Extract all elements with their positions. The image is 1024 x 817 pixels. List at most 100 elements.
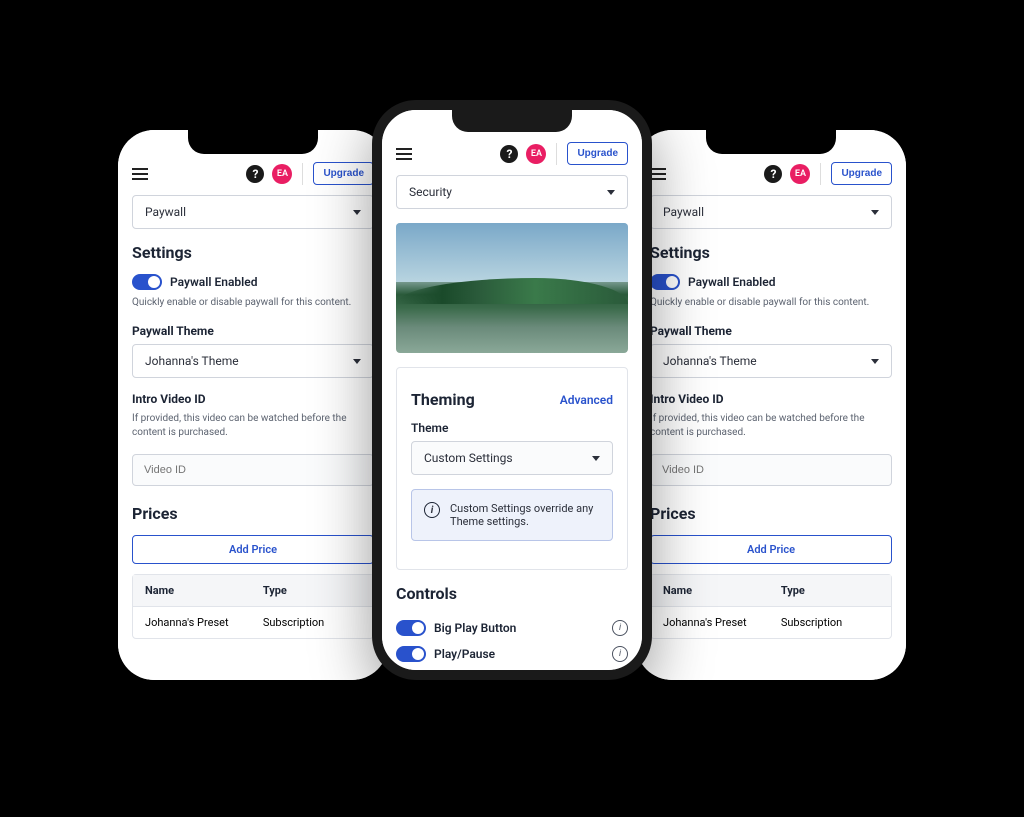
section-picker[interactable]: Paywall: [132, 195, 374, 229]
paywall-toggle-row: Paywall Enabled: [650, 274, 892, 290]
picker-value: Paywall: [663, 205, 704, 219]
menu-icon[interactable]: [650, 168, 666, 180]
divider: [302, 163, 303, 185]
theme-select[interactable]: Johanna's Theme: [132, 344, 374, 378]
prices-table: Name Type Johanna's Preset Subscription: [132, 574, 374, 639]
table-row[interactable]: Johanna's Preset Subscription: [651, 607, 891, 638]
intro-video-input[interactable]: [132, 454, 374, 486]
notch: [452, 110, 572, 132]
control-play-pause: Play/Pause i: [396, 641, 628, 667]
help-icon[interactable]: ?: [764, 165, 782, 183]
table-header: Name Type: [651, 575, 891, 607]
play-pause-label: Play/Pause: [434, 647, 495, 661]
chevron-down-icon: [871, 210, 879, 215]
chevron-down-icon: [353, 210, 361, 215]
picker-value: Security: [409, 185, 452, 199]
topbar-right: ? EA Upgrade: [246, 162, 374, 185]
theming-header: Theming Advanced: [411, 390, 613, 409]
screen-right: ? EA Upgrade Paywall Settings Paywall En…: [636, 130, 906, 680]
content-center: Security Theming Advanced Theme Custom S…: [382, 175, 642, 670]
intro-label: Intro Video ID: [650, 392, 892, 406]
intro-desc: If provided, this video can be watched b…: [132, 412, 374, 440]
col-name: Name: [145, 584, 263, 597]
paywall-desc: Quickly enable or disable paywall for th…: [132, 296, 374, 310]
paywall-desc: Quickly enable or disable paywall for th…: [650, 296, 892, 310]
info-text: Custom Settings override any Theme setti…: [450, 502, 600, 528]
chevron-down-icon: [592, 456, 600, 461]
topbar-right: ? EA Upgrade: [764, 162, 892, 185]
info-icon: i: [424, 502, 440, 518]
settings-title: Settings: [650, 243, 892, 262]
theme-label: Paywall Theme: [650, 324, 892, 338]
add-price-button[interactable]: Add Price: [650, 535, 892, 564]
phone-right: ? EA Upgrade Paywall Settings Paywall En…: [636, 130, 906, 680]
info-icon[interactable]: i: [612, 646, 628, 662]
info-banner: i Custom Settings override any Theme set…: [411, 489, 613, 541]
notch: [188, 130, 318, 154]
avatar[interactable]: EA: [526, 144, 546, 164]
help-icon[interactable]: ?: [500, 145, 518, 163]
theme-value: Johanna's Theme: [145, 354, 239, 368]
settings-title: Settings: [132, 243, 374, 262]
info-icon[interactable]: i: [612, 620, 628, 636]
big-play-label: Big Play Button: [434, 621, 516, 635]
menu-icon[interactable]: [132, 168, 148, 180]
theme-value: Custom Settings: [424, 451, 513, 465]
chevron-down-icon: [871, 359, 879, 364]
screen-center: ? EA Upgrade Security Theming Advanced T…: [382, 110, 642, 670]
paywall-toggle-row: Paywall Enabled: [132, 274, 374, 290]
help-icon[interactable]: ?: [246, 165, 264, 183]
controls-title: Controls: [396, 584, 628, 603]
phone-left: ? EA Upgrade Paywall Settings Paywall En…: [118, 130, 388, 680]
prices-title: Prices: [650, 504, 892, 523]
cell-name: Johanna's Preset: [145, 616, 263, 629]
screen-left: ? EA Upgrade Paywall Settings Paywall En…: [118, 130, 388, 680]
upgrade-button[interactable]: Upgrade: [831, 162, 892, 185]
table-row[interactable]: Johanna's Preset Subscription: [133, 607, 373, 638]
picker-value: Paywall: [145, 205, 186, 219]
theme-select[interactable]: Johanna's Theme: [650, 344, 892, 378]
menu-icon[interactable]: [396, 148, 412, 160]
preview-image: [396, 223, 628, 353]
notch: [706, 130, 836, 154]
prices-title: Prices: [132, 504, 374, 523]
divider: [820, 163, 821, 185]
cell-type: Subscription: [781, 616, 879, 629]
avatar[interactable]: EA: [790, 164, 810, 184]
theming-card: Theming Advanced Theme Custom Settings i…: [396, 367, 628, 570]
phone-center: ? EA Upgrade Security Theming Advanced T…: [372, 100, 652, 680]
paywall-toggle[interactable]: [132, 274, 162, 290]
chevron-down-icon: [353, 359, 361, 364]
paywall-toggle-label: Paywall Enabled: [688, 275, 775, 289]
theme-label: Theme: [411, 421, 613, 435]
avatar[interactable]: EA: [272, 164, 292, 184]
intro-label: Intro Video ID: [132, 392, 374, 406]
content-left: Paywall Settings Paywall Enabled Quickly…: [118, 195, 388, 653]
table-header: Name Type: [133, 575, 373, 607]
advanced-link[interactable]: Advanced: [560, 393, 613, 407]
paywall-toggle[interactable]: [650, 274, 680, 290]
add-price-button[interactable]: Add Price: [132, 535, 374, 564]
intro-video-input[interactable]: [650, 454, 892, 486]
control-big-play: Big Play Button i: [396, 615, 628, 641]
col-type: Type: [263, 584, 361, 597]
paywall-toggle-label: Paywall Enabled: [170, 275, 257, 289]
theme-label: Paywall Theme: [132, 324, 374, 338]
col-name: Name: [663, 584, 781, 597]
section-picker[interactable]: Paywall: [650, 195, 892, 229]
theming-title: Theming: [411, 390, 475, 409]
upgrade-button[interactable]: Upgrade: [567, 142, 628, 165]
topbar-right: ? EA Upgrade: [500, 142, 628, 165]
play-pause-toggle[interactable]: [396, 646, 426, 662]
section-picker[interactable]: Security: [396, 175, 628, 209]
col-type: Type: [781, 584, 879, 597]
big-play-toggle[interactable]: [396, 620, 426, 636]
theme-value: Johanna's Theme: [663, 354, 757, 368]
chevron-down-icon: [607, 190, 615, 195]
cell-type: Subscription: [263, 616, 361, 629]
upgrade-button[interactable]: Upgrade: [313, 162, 374, 185]
intro-desc: If provided, this video can be watched b…: [650, 412, 892, 440]
theme-select[interactable]: Custom Settings: [411, 441, 613, 475]
divider: [556, 143, 557, 165]
prices-table: Name Type Johanna's Preset Subscription: [650, 574, 892, 639]
